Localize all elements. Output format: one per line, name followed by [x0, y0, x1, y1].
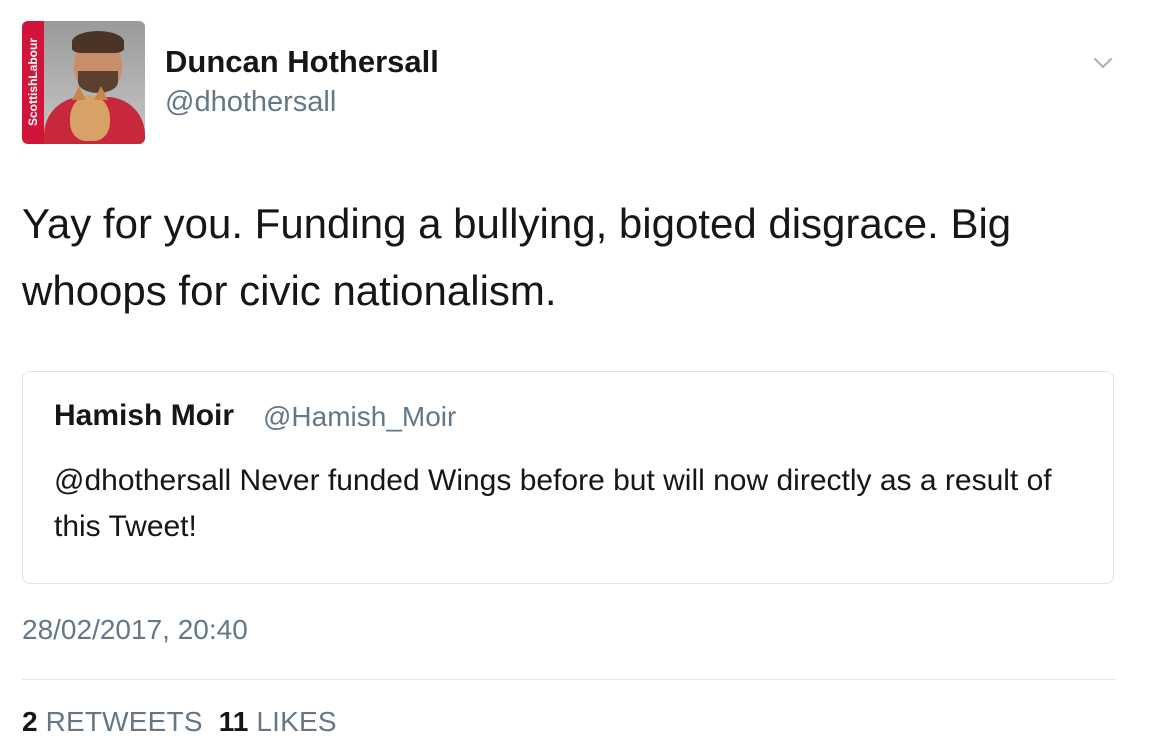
- tweet: ScottishLabour Duncan Hothersall @dhothe…: [0, 0, 1160, 754]
- retweets-count: 2: [22, 706, 38, 737]
- author-name[interactable]: Duncan Hothersall: [165, 44, 439, 80]
- quoted-tweet-card[interactable]: Hamish Moir @Hamish_Moir @dhothersall Ne…: [22, 371, 1114, 584]
- avatar[interactable]: ScottishLabour: [22, 21, 145, 144]
- tweet-timestamp[interactable]: 28/02/2017, 20:40: [22, 614, 248, 646]
- retweets-label: RETWEETS: [45, 706, 203, 737]
- quoted-tweet-text: @dhothersall Never funded Wings before b…: [54, 464, 1052, 543]
- quoted-author-name: Hamish Moir: [54, 399, 235, 432]
- chevron-down-icon[interactable]: [1092, 55, 1114, 71]
- avatar-dog: [70, 86, 110, 141]
- tweet-text: Yay for you. Funding a bullying, bigoted…: [22, 200, 1012, 314]
- likes-label: LIKES: [256, 706, 337, 737]
- quoted-author-handle: @Hamish_Moir: [263, 401, 457, 432]
- likes-stat[interactable]: 11 LIKES: [219, 706, 337, 738]
- retweets-stat[interactable]: 2 RETWEETS: [22, 706, 203, 738]
- likes-count: 11: [218, 706, 249, 737]
- tweet-stats: 2 RETWEETS 11 LIKES: [22, 706, 353, 742]
- avatar-hair: [72, 31, 124, 53]
- avatar-brand-text: ScottishLabour: [26, 38, 40, 127]
- divider: [22, 679, 1116, 680]
- tweet-header: ScottishLabour Duncan Hothersall @dhothe…: [22, 21, 1138, 145]
- author-handle[interactable]: @dhothersall: [165, 86, 336, 119]
